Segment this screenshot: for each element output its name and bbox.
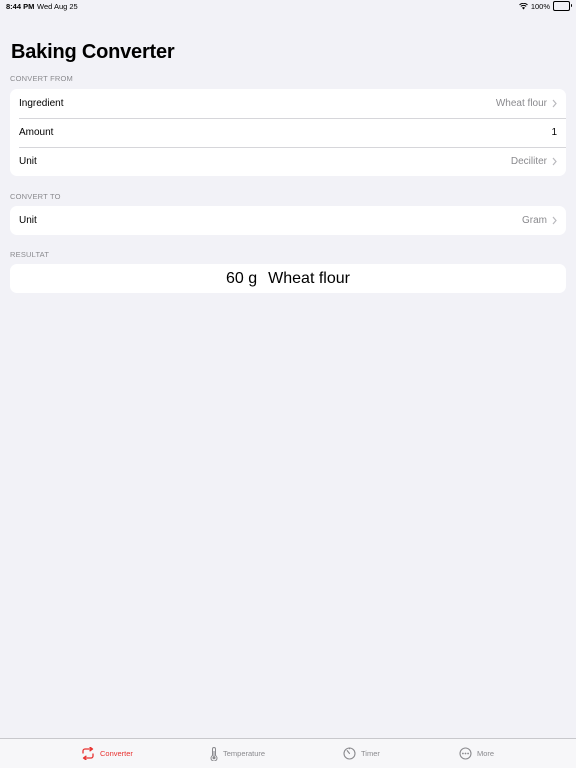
result-display: 60 g Wheat flour xyxy=(10,264,566,293)
row-value: Deciliter xyxy=(510,156,547,167)
result-group: 60 g Wheat flour xyxy=(10,264,566,293)
row-label: Ingredient xyxy=(19,98,64,109)
amount-input[interactable]: 1 xyxy=(551,127,557,138)
section-header-convert-to: CONVERT TO xyxy=(10,192,61,201)
result-ingredient: Wheat flour xyxy=(268,269,350,287)
status-time: 8:44 PM xyxy=(6,2,35,11)
tab-label: Converter xyxy=(100,749,133,758)
battery-icon xyxy=(553,1,572,11)
chevron-right-icon xyxy=(552,99,557,108)
section-header-result: RESULTAT xyxy=(10,250,50,259)
unit-from-row[interactable]: Unit Deciliter xyxy=(10,147,566,176)
result-amount: 60 g xyxy=(226,269,258,287)
chevron-right-icon xyxy=(552,157,557,166)
convert-from-group: Ingredient Wheat flour Amount 1 Unit Dec… xyxy=(10,89,566,176)
row-label: Unit xyxy=(19,215,37,226)
tab-label: Temperature xyxy=(223,749,266,758)
row-label: Unit xyxy=(19,156,37,167)
tab-more[interactable]: More xyxy=(459,739,494,768)
row-value: Wheat flour xyxy=(495,98,547,109)
converter-icon xyxy=(82,747,94,760)
tab-bar: Converter Temperature Timer More xyxy=(0,738,576,768)
unit-to-row[interactable]: Unit Gram xyxy=(10,206,566,235)
tab-label: More xyxy=(477,749,495,758)
amount-row[interactable]: Amount 1 xyxy=(10,118,566,147)
page-title: Baking Converter xyxy=(11,41,175,63)
wifi-icon xyxy=(518,2,528,9)
timer-icon xyxy=(343,747,356,760)
tab-label: Timer xyxy=(361,749,380,758)
tab-temperature[interactable]: Temperature xyxy=(210,739,265,768)
tab-timer[interactable]: Timer xyxy=(343,739,380,768)
chevron-right-icon xyxy=(552,216,557,225)
convert-to-group: Unit Gram xyxy=(10,206,566,235)
section-header-convert-from: CONVERT FROM xyxy=(10,74,73,83)
status-date: Wed Aug 25 xyxy=(37,2,78,11)
row-value: Gram xyxy=(522,215,547,226)
tab-converter[interactable]: Converter xyxy=(81,739,133,768)
status-right: 100% xyxy=(518,1,572,11)
status-bar: 8:44 PM Wed Aug 25 100% xyxy=(0,0,576,14)
battery-percent: 100% xyxy=(530,1,550,11)
ingredient-row[interactable]: Ingredient Wheat flour xyxy=(10,89,566,118)
row-label: Amount xyxy=(19,127,54,138)
more-icon xyxy=(459,747,472,760)
thermometer-icon xyxy=(210,746,218,761)
